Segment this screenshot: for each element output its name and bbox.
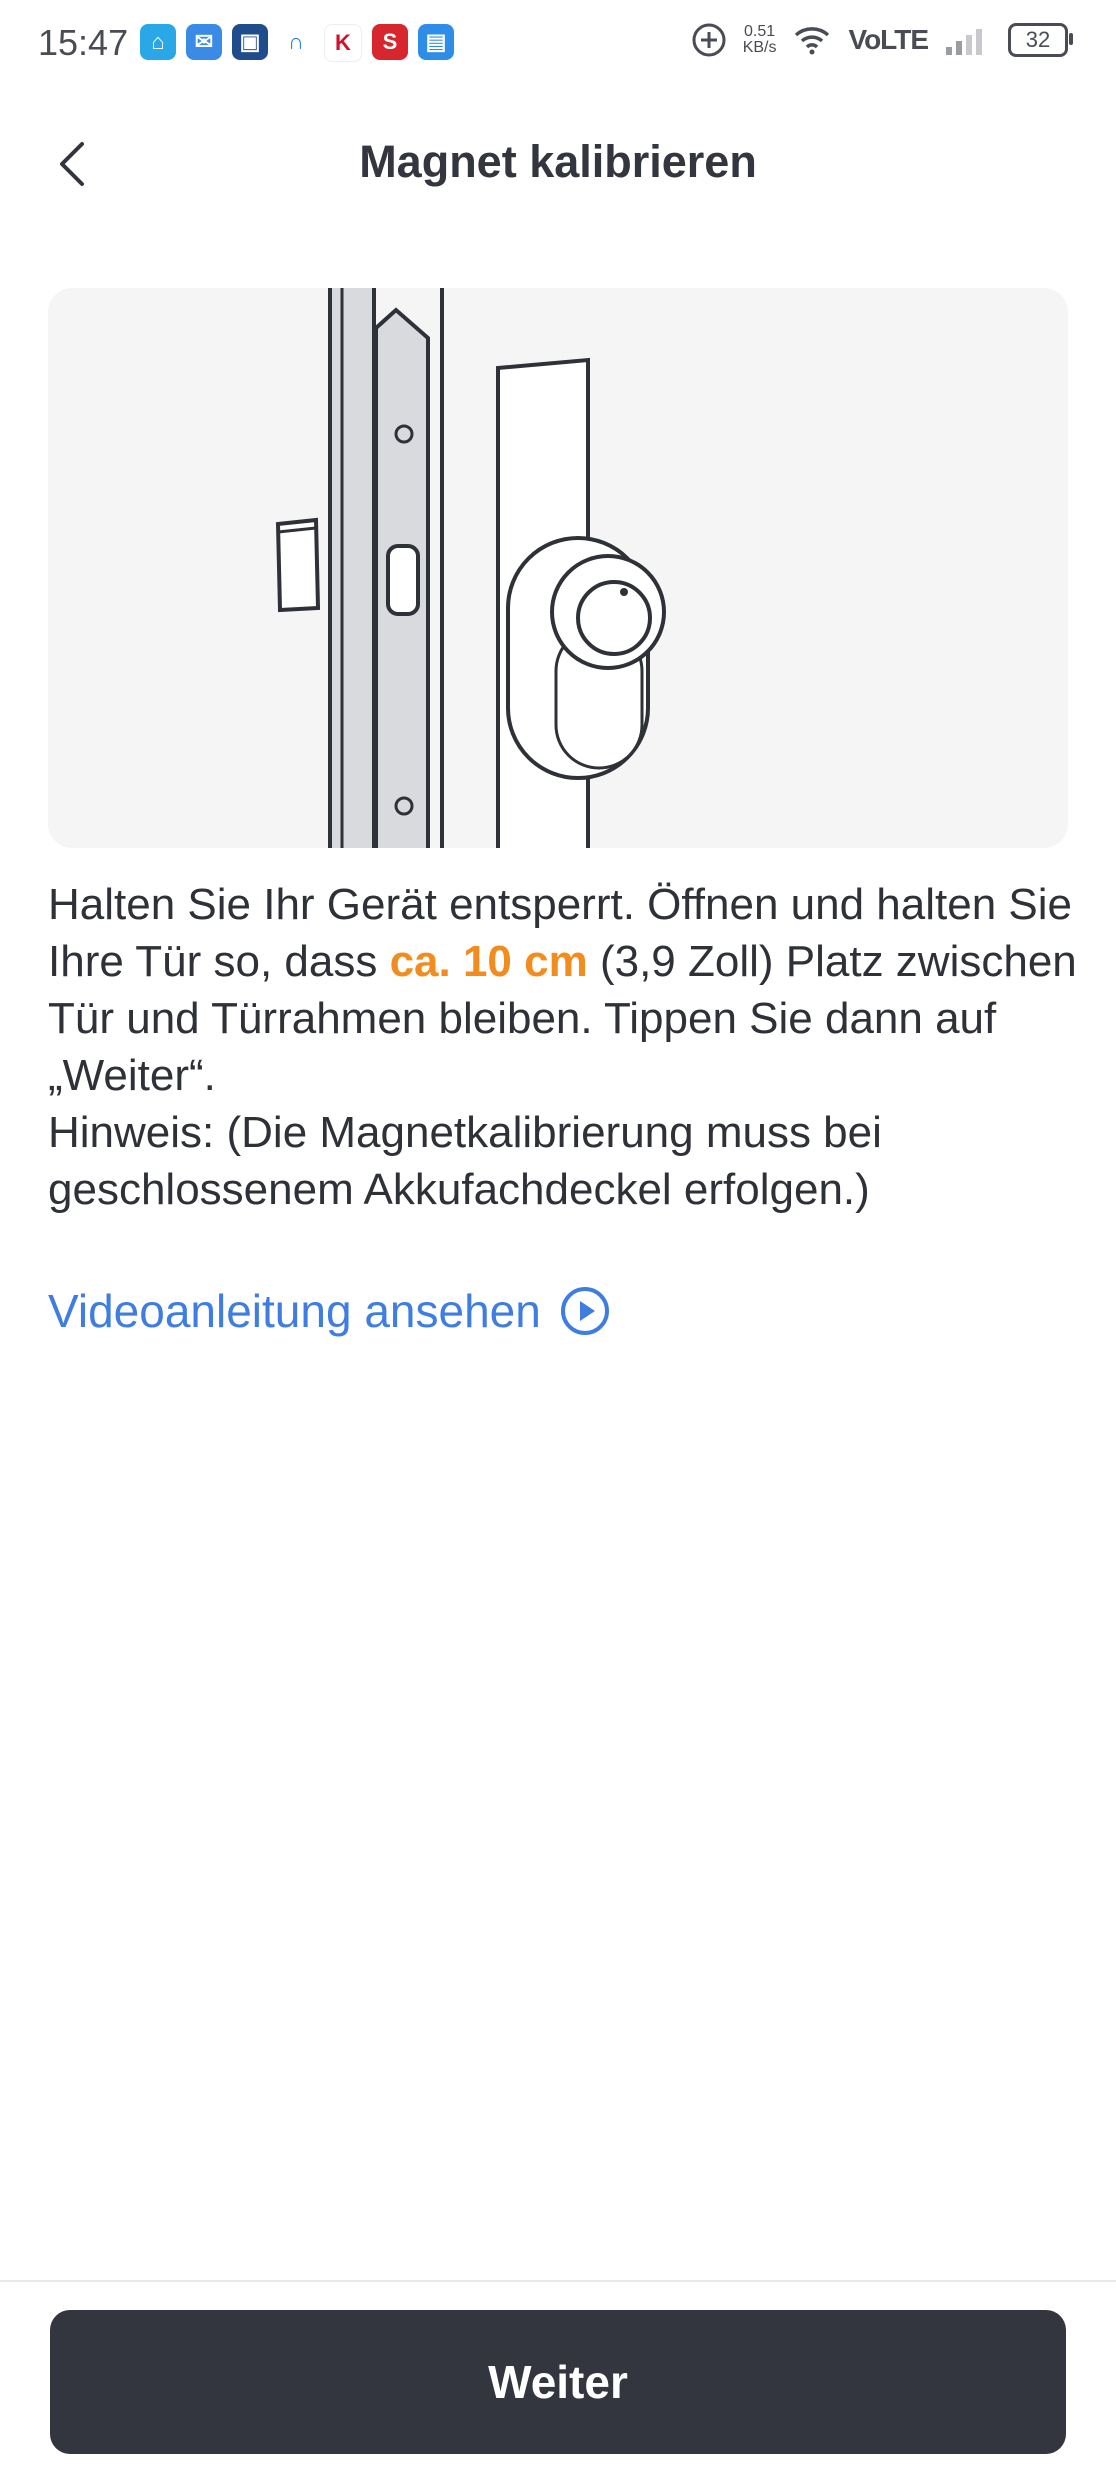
distance-highlight: ca. 10 cm bbox=[389, 937, 588, 986]
clipboard-app-icon: ▤ bbox=[418, 24, 454, 60]
battery-indicator: 32 bbox=[1008, 23, 1073, 57]
instruction-note: Hinweis: (Die Magnetkalibrierung muss be… bbox=[48, 1108, 882, 1214]
smart-home-icon: ∩ bbox=[288, 29, 304, 54]
footer-divider bbox=[0, 2280, 1116, 2282]
play-circle-icon bbox=[560, 1287, 609, 1335]
home-app-icon: ⌂ bbox=[140, 24, 176, 60]
door-lock-illustration bbox=[48, 288, 1068, 848]
page-title: Magnet kalibrieren bbox=[359, 136, 757, 187]
network-speed: 0.51 KB/s bbox=[742, 23, 777, 56]
video-tutorial-link[interactable]: Videoanleitung ansehen bbox=[48, 1284, 611, 1338]
s-app-icon: S bbox=[372, 24, 408, 60]
system-icons: 0.51 KB/s VoLTE 32 bbox=[691, 22, 1073, 58]
next-button[interactable]: Weiter bbox=[50, 2310, 1066, 2454]
door-frame-drawing bbox=[275, 288, 666, 848]
video-link-label: Videoanleitung ansehen bbox=[48, 1285, 541, 1337]
instruction-text: Halten Sie Ihr Gerät entsperrt. Öffnen u… bbox=[48, 876, 1078, 1218]
signal-icon bbox=[946, 29, 982, 55]
data-saver-icon bbox=[692, 23, 726, 57]
video-call-icon: ▣ bbox=[232, 24, 268, 60]
volte-label: VoLTE bbox=[848, 24, 929, 55]
status-time: 15:47 bbox=[38, 22, 129, 63]
notification-icons: ⌂ ✉ ▣ ∩ K S ▤ bbox=[140, 24, 454, 62]
kaufland-icon: K bbox=[324, 24, 362, 62]
status-bar: 15:47 ⌂ ✉ ▣ ∩ K S ▤ 0.51 KB/s VoLTE 32 bbox=[0, 0, 1116, 90]
mail-icon: ✉ bbox=[186, 24, 222, 60]
wifi-icon bbox=[795, 27, 830, 55]
